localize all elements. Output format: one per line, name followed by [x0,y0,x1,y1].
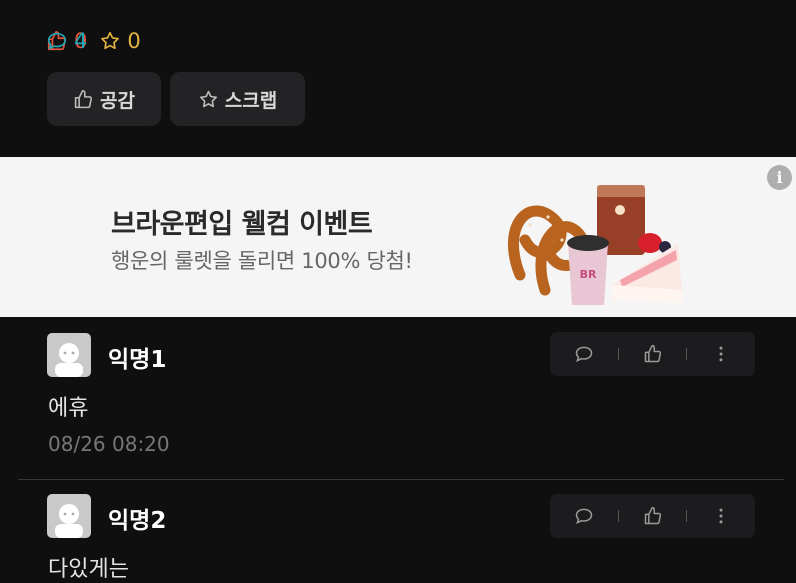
ad-food-image: BR [508,185,682,305]
like-button[interactable]: 공감 [47,72,161,126]
comment-text: 에휴 [48,396,89,421]
reply-button[interactable] [550,506,618,526]
ad-cup-text: BR [580,268,597,281]
avatar [47,333,91,377]
more-button[interactable] [687,506,755,526]
comment-like-button[interactable] [619,344,687,364]
comment-count-value: 4 [74,29,88,53]
speech-bubble-icon [47,32,67,50]
post-stats: 0 4 0 [46,28,141,54]
scrap-button[interactable]: 스크랩 [170,72,305,126]
speech-bubble-icon [575,346,593,363]
info-icon[interactable]: i [767,165,792,190]
speech-bubble-icon [575,508,593,525]
default-avatar-icon [55,343,83,377]
comment-author: 익명2 [108,508,167,534]
thumbs-up-icon [74,89,93,108]
more-vertical-icon [719,508,723,524]
comment-text: 다있게는 [48,557,129,582]
avatar [47,494,91,538]
comment-item: 익명2 다있게는 [0,479,796,582]
comment-actions [550,494,755,538]
ad-subtitle: 행운의 룰렛을 돌리면 100% 당첨! [111,249,413,273]
ad-title: 브라운편입 웰컴 이벤트 [111,209,373,240]
star-icon [199,90,217,107]
comment-like-button[interactable] [619,506,687,526]
thumbs-up-icon [644,506,661,525]
scrap-button-label: 스크랩 [224,89,278,112]
comment-count: 4 [46,29,796,53]
like-button-label: 공감 [100,89,135,112]
more-vertical-icon [719,346,723,362]
comment-actions [550,332,755,376]
default-avatar-icon [55,504,83,538]
reply-button[interactable] [550,344,618,364]
thumbs-up-icon [644,344,661,363]
more-button[interactable] [687,344,755,364]
ad-banner[interactable]: 브라운편입 웰컴 이벤트 행운의 룰렛을 돌리면 100% 당첨! i BR [0,157,796,317]
comment-item: 익명1 에휴 08/26 08:20 [0,318,796,478]
comment-time: 08/26 08:20 [48,432,170,456]
comment-author: 익명1 [108,347,167,373]
